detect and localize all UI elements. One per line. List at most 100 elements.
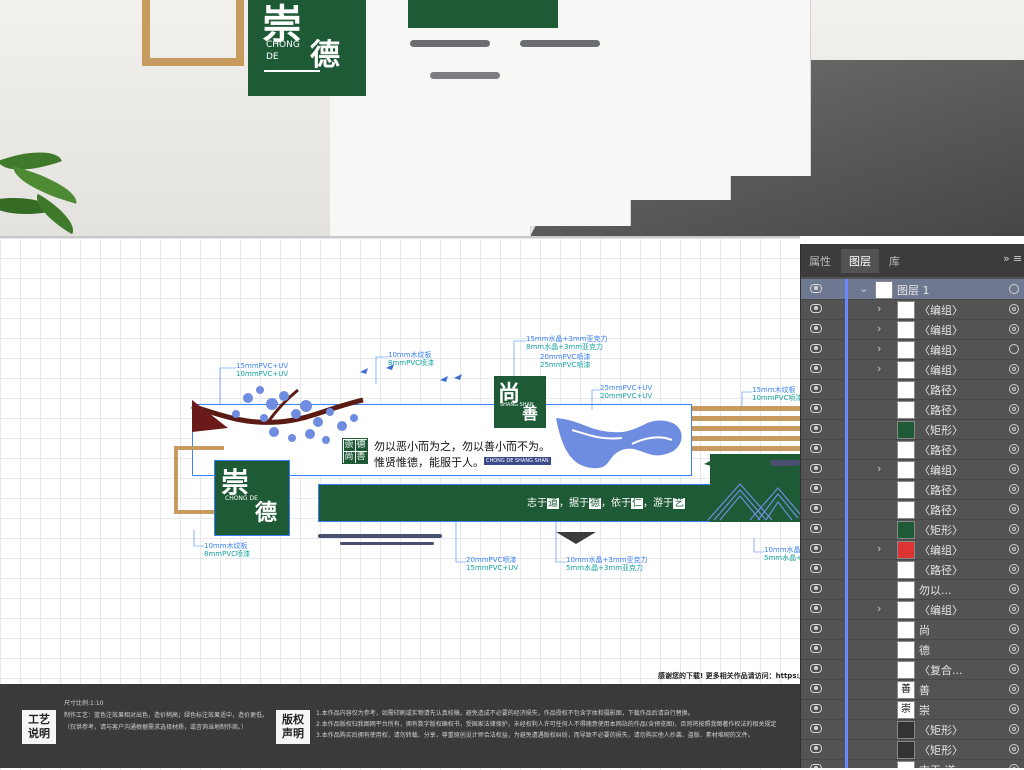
target-circle-icon[interactable] [1009,444,1019,454]
layer-row[interactable]: › 〈编组〉 [801,539,1024,560]
layer-row[interactable]: 善善 [801,679,1024,700]
tab-libraries[interactable]: 库 [889,253,900,269]
layer-name[interactable]: 〈路径〉 [919,402,963,418]
target-circle-icon[interactable] [1009,704,1019,714]
layer-row[interactable]: › 〈编组〉 [801,339,1024,360]
target-circle-icon[interactable] [1009,644,1019,654]
target-circle-icon[interactable] [1009,284,1019,294]
target-circle-icon[interactable] [1009,664,1019,674]
tab-properties[interactable]: 属性 [809,253,831,269]
visibility-eye-icon[interactable] [810,424,822,433]
layer-row[interactable]: 〈矩形〉 [801,719,1024,740]
layer-name[interactable]: 〈路径〉 [919,382,963,398]
target-circle-icon[interactable] [1009,684,1019,694]
expand-chevron-icon[interactable]: › [877,342,881,355]
layer-name[interactable]: 〈路径〉 [919,442,963,458]
layer-name[interactable]: 〈矩形〉 [919,522,963,538]
target-circle-icon[interactable] [1009,624,1019,634]
layer-row[interactable]: 〈矩形〉 [801,519,1024,540]
visibility-eye-icon[interactable] [810,684,822,693]
layer-row[interactable]: 崇崇 [801,699,1024,720]
visibility-eye-icon[interactable] [810,644,822,653]
layer-name[interactable]: 〈矩形〉 [919,422,963,438]
target-circle-icon[interactable] [1009,344,1019,354]
layer-row[interactable]: › 〈编组〉 [801,359,1024,380]
layer-row[interactable]: ⌄ 图层 1 [801,279,1024,300]
visibility-eye-icon[interactable] [810,384,822,393]
target-circle-icon[interactable] [1009,484,1019,494]
visibility-eye-icon[interactable] [810,504,822,513]
panel-collapse-icon[interactable]: » [1003,252,1010,265]
visibility-eye-icon[interactable] [810,344,822,353]
target-circle-icon[interactable] [1009,524,1019,534]
layer-row[interactable]: 〈路径〉 [801,499,1024,520]
visibility-eye-icon[interactable] [810,484,822,493]
target-circle-icon[interactable] [1009,404,1019,414]
layer-name[interactable]: 〈路径〉 [919,482,963,498]
layer-name[interactable]: 〈复合... [919,662,963,678]
visibility-eye-icon[interactable] [810,764,822,768]
target-circle-icon[interactable] [1009,424,1019,434]
layer-row[interactable]: 尚 [801,619,1024,640]
layer-row[interactable]: 〈矩形〉 [801,739,1024,760]
visibility-eye-icon[interactable] [810,704,822,713]
layer-row[interactable]: 勿以... [801,579,1024,600]
target-circle-icon[interactable] [1009,324,1019,334]
visibility-eye-icon[interactable] [810,364,822,373]
layer-row[interactable]: 〈路径〉 [801,559,1024,580]
layer-name[interactable]: 〈路径〉 [919,502,963,518]
expand-chevron-icon[interactable]: › [877,322,881,335]
layer-name[interactable]: 〈矩形〉 [919,722,963,738]
target-circle-icon[interactable] [1009,764,1019,768]
target-circle-icon[interactable] [1009,304,1019,314]
layer-name[interactable]: 图层 1 [897,282,930,298]
visibility-eye-icon[interactable] [810,324,822,333]
layer-name[interactable]: 〈编组〉 [919,362,963,378]
layer-row[interactable]: 〈矩形〉 [801,419,1024,440]
layer-row[interactable]: 〈路径〉 [801,479,1024,500]
layer-name[interactable]: 〈编组〉 [919,462,963,478]
target-circle-icon[interactable] [1009,564,1019,574]
layer-name[interactable]: 〈编组〉 [919,602,963,618]
visibility-eye-icon[interactable] [810,724,822,733]
visibility-eye-icon[interactable] [810,284,822,293]
layer-name[interactable]: 尚 [919,622,930,638]
expand-chevron-icon[interactable]: ⌄ [859,282,868,295]
visibility-eye-icon[interactable] [810,564,822,573]
layer-row[interactable]: 〈路径〉 [801,399,1024,420]
visibility-eye-icon[interactable] [810,624,822,633]
visibility-eye-icon[interactable] [810,584,822,593]
layer-name[interactable]: 崇 [919,702,930,718]
layer-row[interactable]: › 〈编组〉 [801,459,1024,480]
expand-chevron-icon[interactable]: › [877,602,881,615]
layers-panel[interactable]: 属性 图层 库 » ≡ ⌄ 图层 1 › 〈编组〉 › 〈编组〉 › 〈编组〉 › 〈编组〉 〈路径… [800,244,1024,768]
layer-name[interactable]: 〈矩形〉 [919,742,963,758]
layer-name[interactable]: 〈路径〉 [919,562,963,578]
layer-row[interactable]: 〈路径〉 [801,439,1024,460]
expand-chevron-icon[interactable]: › [877,362,881,375]
target-circle-icon[interactable] [1009,384,1019,394]
visibility-eye-icon[interactable] [810,404,822,413]
layer-row[interactable]: 德 [801,639,1024,660]
layer-name[interactable]: 〈编组〉 [919,322,963,338]
panel-menu-icon[interactable]: ≡ [1013,252,1022,265]
target-circle-icon[interactable] [1009,604,1019,614]
target-circle-icon[interactable] [1009,504,1019,514]
visibility-eye-icon[interactable] [810,524,822,533]
visibility-eye-icon[interactable] [810,604,822,613]
layer-row[interactable]: 〈复合... [801,659,1024,680]
expand-chevron-icon[interactable]: › [877,542,881,555]
expand-chevron-icon[interactable]: › [877,462,881,475]
layer-row[interactable]: 志于 道... [801,759,1024,768]
target-circle-icon[interactable] [1009,464,1019,474]
target-circle-icon[interactable] [1009,744,1019,754]
layer-name[interactable]: 〈编组〉 [919,342,963,358]
layer-row[interactable]: › 〈编组〉 [801,299,1024,320]
visibility-eye-icon[interactable] [810,544,822,553]
target-circle-icon[interactable] [1009,724,1019,734]
layer-row[interactable]: › 〈编组〉 [801,599,1024,620]
tab-layers[interactable]: 图层 [841,249,879,273]
layer-name[interactable]: 勿以... [919,582,952,598]
visibility-eye-icon[interactable] [810,664,822,673]
layer-row[interactable]: 〈路径〉 [801,379,1024,400]
